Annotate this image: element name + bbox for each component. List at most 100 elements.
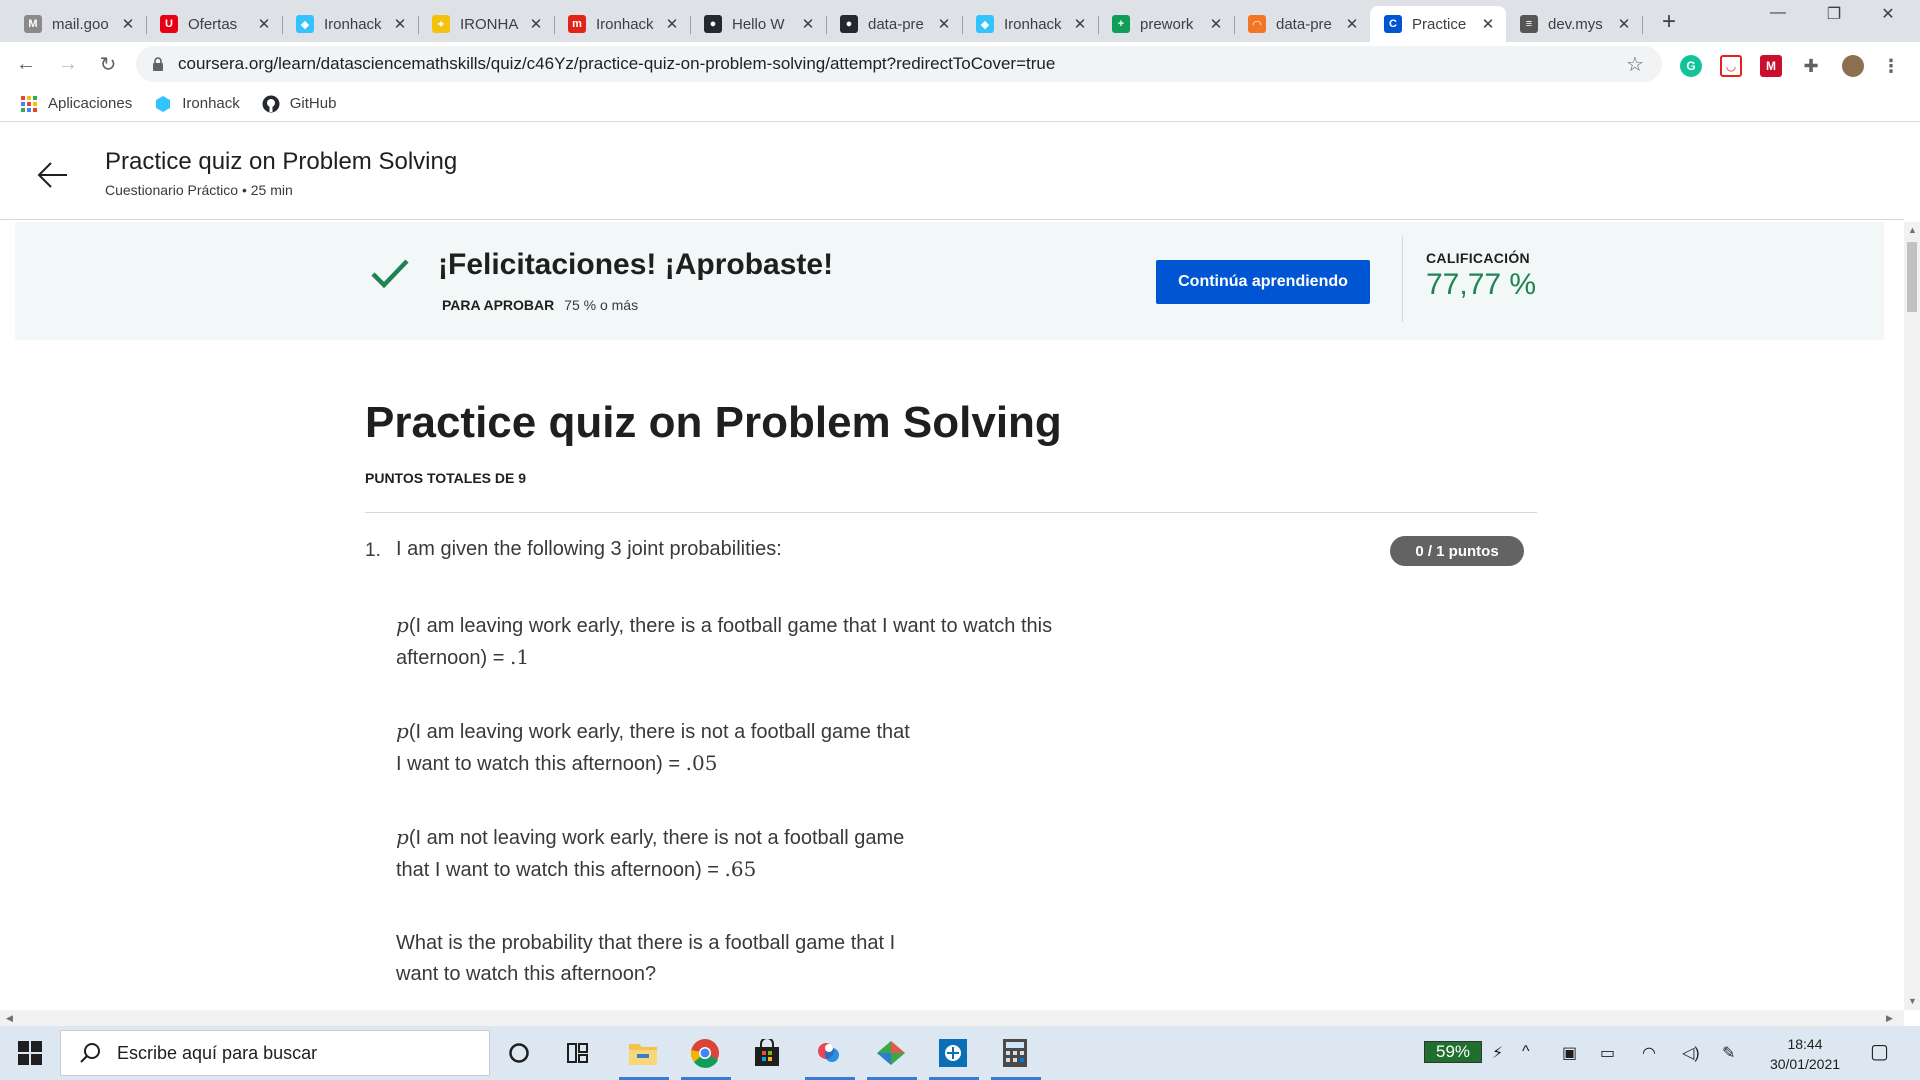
p-symbol: p xyxy=(396,825,409,849)
pass-label: PARA APROBAR xyxy=(442,297,555,313)
file-explorer-icon[interactable] xyxy=(626,1036,660,1070)
address-bar[interactable]: coursera.org/learn/datasciencemathskills… xyxy=(136,46,1662,82)
tab-gmail[interactable]: Mmail.goo ✕ xyxy=(10,6,147,42)
mysql-icon: ≡ xyxy=(1520,15,1538,33)
item-value: .65 xyxy=(724,857,757,881)
github-icon: ● xyxy=(840,15,858,33)
pocket-icon[interactable]: ◡ xyxy=(1720,55,1742,77)
tab-ironhack[interactable]: ◆ Ironhack ✕ xyxy=(962,6,1099,42)
tab-strip: + — ❐ ✕ Mmail.goo ✕ U Ofertas ✕ ◆ Ironhack ✕ ✦ IR… xyxy=(0,0,1920,42)
bookmark-github[interactable]: GitHub xyxy=(262,95,336,113)
chevron-up-icon[interactable]: ^ xyxy=(1522,1043,1530,1061)
volume-icon[interactable]: ◁) xyxy=(1682,1043,1700,1063)
close-tab-icon[interactable]: ✕ xyxy=(1072,15,1088,33)
p-symbol: p xyxy=(396,719,409,743)
ironhack-m-icon: m xyxy=(568,15,586,33)
scroll-down-icon[interactable]: ▼ xyxy=(1908,996,1917,1006)
pen-icon[interactable]: ✎ xyxy=(1722,1043,1735,1063)
scroll-right-icon[interactable]: ▶ xyxy=(1886,1013,1893,1024)
close-tab-icon[interactable]: ✕ xyxy=(1480,15,1496,33)
bookmark-apps[interactable]: Aplicaciones xyxy=(20,95,132,113)
close-tab-icon[interactable]: ✕ xyxy=(664,15,680,33)
close-tab-icon[interactable]: ✕ xyxy=(528,15,544,33)
clock-date: 30/01/2021 xyxy=(1769,1056,1841,1072)
battery-icon[interactable]: ▭ xyxy=(1600,1043,1615,1063)
cortana-icon[interactable] xyxy=(502,1036,536,1070)
battery-indicator[interactable]: 59% xyxy=(1424,1041,1482,1063)
probability-item: p(I am leaving work early, there is not … xyxy=(396,716,910,780)
tab-coursera[interactable]: C Practice ✕ xyxy=(1370,6,1506,42)
close-tab-icon[interactable]: ✕ xyxy=(1344,15,1360,33)
mcafee-icon[interactable]: M xyxy=(1760,55,1782,77)
ironhack-icon xyxy=(154,95,172,113)
question-prompt: What is the probability that there is a … xyxy=(396,928,895,990)
probability-item: p(I am leaving work early, there is a fo… xyxy=(396,610,1052,674)
chrome-icon[interactable] xyxy=(688,1036,722,1070)
new-tab-icon[interactable]: + xyxy=(1656,8,1682,36)
extensions-puzzle-icon[interactable]: ✚ xyxy=(1800,55,1822,77)
scroll-thumb[interactable] xyxy=(1907,242,1917,312)
tab-github[interactable]: ● Hello W ✕ xyxy=(690,6,827,42)
tab-mysql[interactable]: ≡ dev.mys ✕ xyxy=(1506,6,1643,42)
jupyter-icon: ◠ xyxy=(1248,15,1266,33)
tab-ironhack-m[interactable]: m Ironhack ✕ xyxy=(554,6,691,42)
wifi-icon[interactable]: ◠ xyxy=(1642,1043,1656,1063)
tab-handshake[interactable]: ✦ IRONHA ✕ xyxy=(418,6,555,42)
bookmark-star-icon[interactable]: ☆ xyxy=(1626,52,1644,77)
power-plug-icon: ⚡ xyxy=(1492,1045,1504,1062)
paint-3d-icon[interactable] xyxy=(812,1036,846,1070)
forward-icon[interactable]: → xyxy=(54,50,82,78)
gitkraken-icon[interactable] xyxy=(874,1036,908,1070)
vertical-scrollbar[interactable]: ▲ ▼ xyxy=(1904,222,1920,1010)
calculator-icon[interactable] xyxy=(998,1036,1032,1070)
tab-title: Ironhack xyxy=(596,15,654,33)
meet-now-icon[interactable]: ▣ xyxy=(1562,1043,1577,1063)
close-tab-icon[interactable]: ✕ xyxy=(1208,15,1224,33)
windows-start-icon[interactable] xyxy=(18,1041,42,1065)
tab-title: Ofertas xyxy=(188,15,238,33)
tab-title: prework xyxy=(1140,15,1194,33)
scroll-left-icon[interactable]: ◀ xyxy=(6,1013,13,1024)
close-tab-icon[interactable]: ✕ xyxy=(936,15,952,33)
close-tab-icon[interactable]: ✕ xyxy=(800,15,816,33)
url-text: coursera.org/learn/datasciencemathskills… xyxy=(178,54,1056,73)
horizontal-scrollbar[interactable]: ◀ ▶ xyxy=(0,1010,1904,1026)
tab-uniqlo[interactable]: U Ofertas ✕ xyxy=(146,6,283,42)
close-tab-icon[interactable]: ✕ xyxy=(256,15,272,33)
tab-title: data-pre xyxy=(868,15,924,33)
close-tab-icon[interactable]: ✕ xyxy=(1616,15,1632,33)
item-text: that I want to watch this afternoon) = xyxy=(396,859,725,881)
tab-title: Hello W xyxy=(732,15,785,33)
ironhack-icon: ◆ xyxy=(976,15,994,33)
task-view-icon[interactable] xyxy=(562,1036,596,1070)
continue-learning-button[interactable]: Continúa aprendiendo xyxy=(1156,260,1370,304)
system-clock[interactable]: 18:44 30/01/2021 xyxy=(1760,1034,1850,1074)
close-window-icon[interactable]: ✕ xyxy=(1868,4,1908,24)
grammarly-icon[interactable]: G xyxy=(1680,55,1702,77)
bookmark-label: Ironhack xyxy=(182,95,240,112)
divider xyxy=(365,512,1537,513)
back-icon[interactable]: ← xyxy=(12,50,40,78)
app-tile-icon[interactable] xyxy=(936,1036,970,1070)
item-text: afternoon) = xyxy=(396,647,510,669)
close-tab-icon[interactable]: ✕ xyxy=(120,15,136,33)
back-arrow-icon[interactable] xyxy=(36,158,70,192)
pass-value: 75 % o más xyxy=(564,297,639,313)
tab-github[interactable]: ● data-pre ✕ xyxy=(826,6,963,42)
menu-kebab-icon[interactable]: ⋮ xyxy=(1880,55,1902,77)
store-icon[interactable] xyxy=(750,1036,784,1070)
tab-sheets[interactable]: + prework ✕ xyxy=(1098,6,1235,42)
minimize-icon[interactable]: — xyxy=(1758,4,1798,22)
bookmark-ironhack[interactable]: Ironhack xyxy=(154,95,240,113)
reload-icon[interactable]: ↻ xyxy=(94,50,122,78)
item-text: I want to watch this afternoon) = xyxy=(396,753,686,775)
tab-ironhack[interactable]: ◆ Ironhack ✕ xyxy=(282,6,419,42)
maximize-icon[interactable]: ❐ xyxy=(1814,4,1854,24)
notifications-icon[interactable]: ▢ xyxy=(1870,1039,1889,1064)
close-tab-icon[interactable]: ✕ xyxy=(392,15,408,33)
scroll-up-icon[interactable]: ▲ xyxy=(1908,225,1917,235)
result-banner: ¡Felicitaciones! ¡Aprobaste! PARA APROBA… xyxy=(15,222,1884,340)
tab-jupyter[interactable]: ◠ data-pre ✕ xyxy=(1234,6,1371,42)
taskbar-search[interactable]: Escribe aquí para buscar xyxy=(60,1030,490,1076)
avatar[interactable] xyxy=(1842,55,1864,77)
